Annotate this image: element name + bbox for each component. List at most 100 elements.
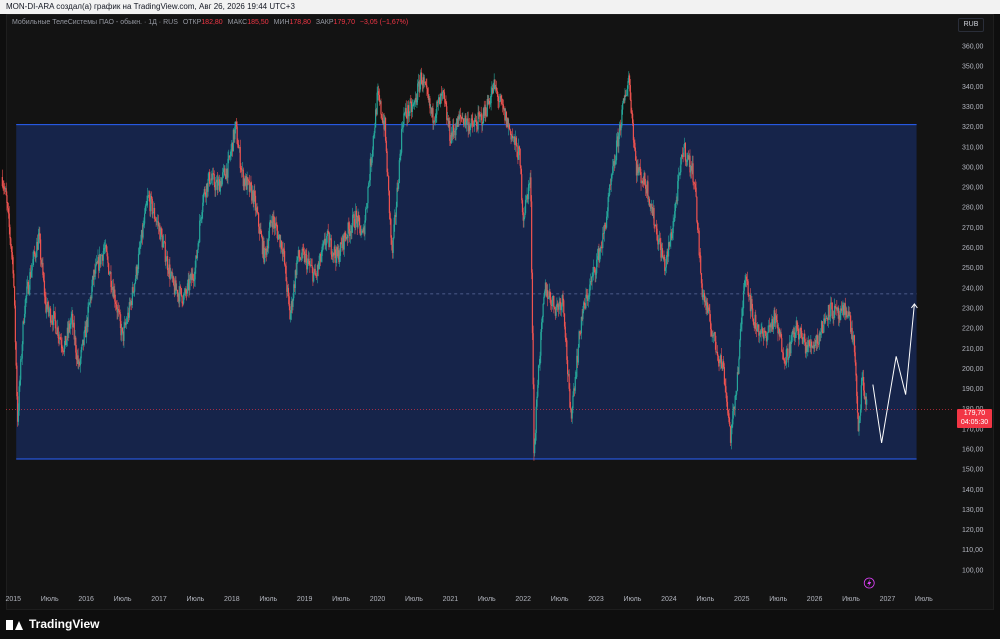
candle-body (489, 103, 491, 105)
candle-body (391, 237, 393, 245)
candle-body (80, 349, 82, 359)
candle-body (485, 107, 487, 116)
candle-body (420, 72, 423, 84)
candle-body (463, 121, 465, 125)
candle-body (534, 433, 537, 444)
candle-body (12, 257, 14, 274)
candle-body (603, 225, 605, 234)
range-layer[interactable] (6, 124, 953, 460)
currency-button[interactable]: RUB (958, 18, 984, 32)
candle-body (9, 227, 11, 239)
price-tick-label: 320,00 (962, 124, 984, 131)
candle-body (311, 265, 313, 268)
candle-body (663, 257, 665, 259)
time-tick-label: 2023 (588, 596, 604, 603)
candle-body (264, 248, 267, 251)
time-tick-label: Июль (114, 596, 132, 603)
candle-body (374, 127, 376, 134)
candle-body (443, 90, 445, 93)
candle-body (846, 315, 849, 318)
candle-body (669, 240, 671, 247)
candle-body (22, 321, 24, 345)
candle-body (6, 195, 8, 204)
candle-body (239, 146, 241, 169)
candle-body (551, 300, 553, 307)
price-tick-label: 360,00 (962, 44, 984, 51)
candle-body (175, 280, 177, 291)
price-chart[interactable]: 360,00 350,00 340,00 330,00 320,00 310,00 300,… (0, 0, 1000, 610)
candle-body (444, 99, 446, 103)
candle-body (568, 373, 570, 389)
candle-body (554, 307, 556, 309)
candle-body (267, 238, 270, 249)
tradingview-logo-text: TradingView (29, 617, 100, 631)
time-tick-label: 2020 (370, 596, 386, 603)
event-marker-layer (863, 577, 875, 589)
candle-body (320, 255, 322, 262)
candle-body (658, 239, 660, 245)
candle-body (201, 212, 203, 218)
candle-body (19, 379, 21, 387)
candle-body (288, 296, 290, 307)
candle-body (81, 344, 83, 350)
time-tick-label: Июль (624, 596, 642, 603)
candle-body (782, 352, 784, 360)
candle-body (459, 114, 462, 117)
candle-body (378, 91, 380, 96)
candle-body (563, 313, 566, 327)
candle-body (323, 241, 325, 246)
candle-body (115, 304, 117, 308)
candle-body (475, 119, 477, 122)
candle-body (118, 310, 120, 313)
candle-body (186, 283, 189, 294)
candle-body (413, 103, 415, 105)
candle-body (63, 345, 65, 353)
candle-body (547, 290, 549, 299)
candle-body (437, 100, 439, 103)
candle-body (287, 287, 290, 297)
candle-body (121, 327, 124, 332)
candle-body (724, 384, 726, 387)
candle-body (275, 223, 277, 226)
candle-body (840, 308, 843, 311)
candle-body (416, 100, 418, 103)
candle-body (133, 291, 135, 293)
candle-body (436, 101, 438, 115)
candle-body (609, 184, 611, 195)
candle-body (524, 199, 527, 214)
candle-body (137, 269, 139, 276)
price-tick-label: 190,00 (962, 386, 984, 393)
candle-body (230, 149, 232, 156)
tradingview-logo[interactable]: TradingView (6, 617, 99, 631)
candle-body (539, 355, 541, 365)
candle-body (142, 225, 144, 238)
candle-body (716, 351, 719, 356)
candle-body (763, 330, 765, 339)
candle-body (10, 238, 12, 247)
price-axis[interactable]: 360,00 350,00 340,00 330,00 320,00 310,00 300,… (962, 44, 984, 575)
time-tick-label: Июль (696, 596, 714, 603)
candle-body (853, 335, 856, 353)
candle-body (741, 308, 743, 325)
candle-body (402, 123, 404, 128)
candle-body (627, 81, 629, 89)
price-tick-label: 340,00 (962, 84, 984, 91)
candle-body (351, 225, 353, 233)
candle-body (528, 183, 530, 185)
candle-body (31, 265, 33, 271)
candle-body (520, 165, 522, 175)
candle-body (209, 172, 211, 185)
candle-body (397, 183, 400, 189)
candle-body (824, 318, 826, 323)
candle-body (165, 260, 167, 262)
legend-low-label: МИН (273, 19, 290, 26)
candle-body (16, 365, 18, 397)
candle-body (726, 401, 729, 411)
candle-body (221, 178, 223, 187)
candle-body (404, 113, 406, 115)
candle-body (70, 316, 72, 323)
candle-body (608, 194, 610, 198)
time-axis[interactable]: 2015 Июль 2016 Июль 2017 Июль 2018 Июль 2019 Июль… (5, 596, 933, 603)
candle-body (780, 332, 782, 339)
candle-body (543, 296, 545, 305)
